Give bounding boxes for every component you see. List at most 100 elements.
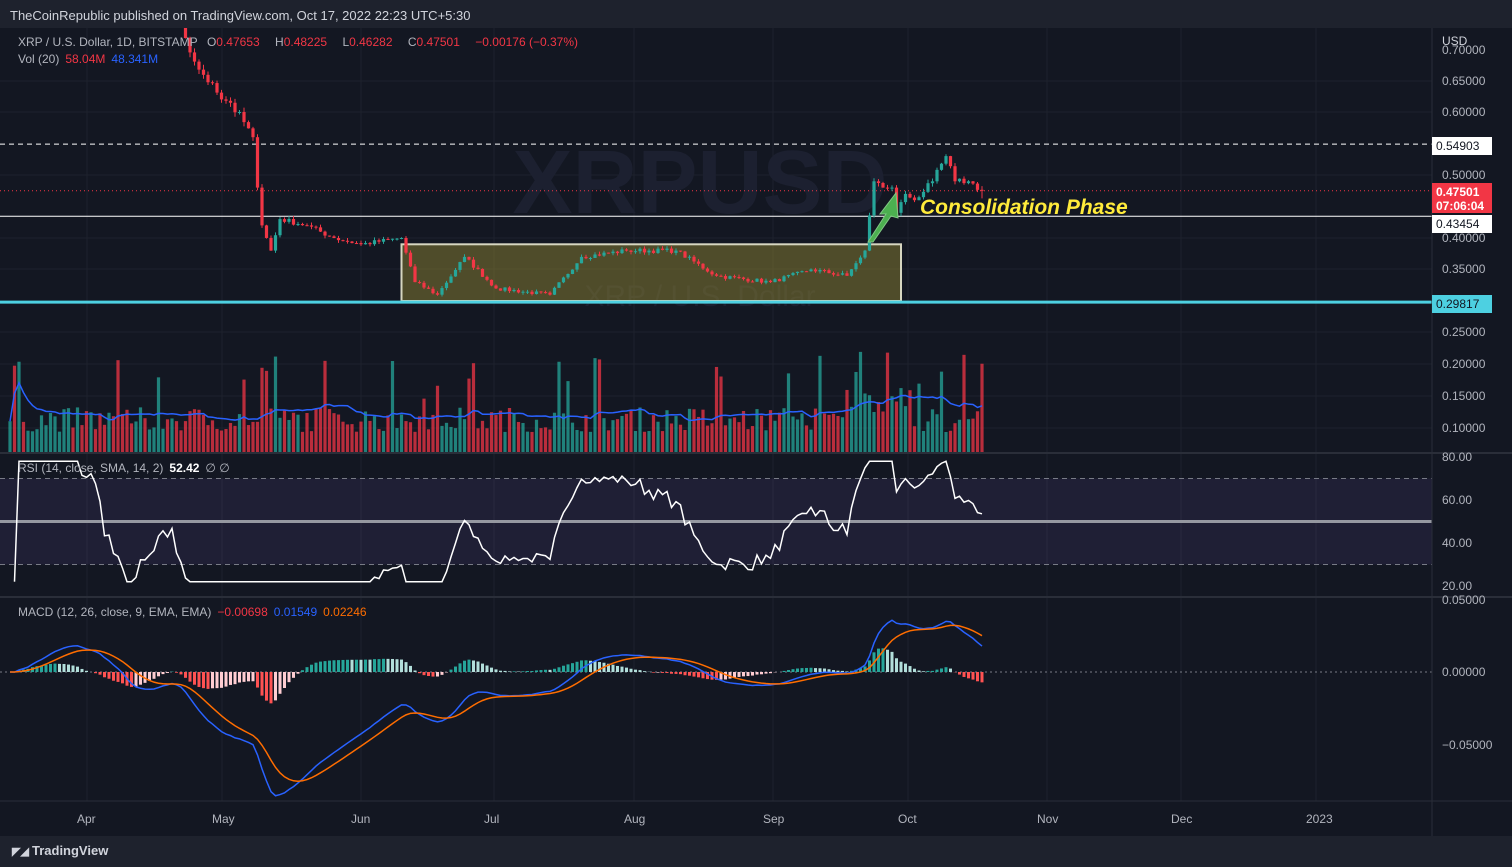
macd-histogram-bar [566,664,570,672]
volume-bar [372,416,377,452]
macd-histogram-bar [292,672,295,678]
macd-histogram-bar [328,660,331,672]
consolidation-box[interactable] [400,243,902,303]
footer [0,836,1512,867]
volume-bar [458,407,462,452]
annotation-text[interactable]: Consolidation Phase [920,196,1128,220]
volume-bar [800,413,804,452]
macd-histogram-bar [301,670,304,672]
volume-bar [134,421,138,452]
volume-bar [57,431,62,452]
candle-body [669,248,674,253]
macd-histogram-bar [166,672,169,673]
candle-body [791,273,795,275]
volume-bar [836,415,840,452]
candle-body [341,240,345,242]
candle-body [854,263,858,270]
volume-bar [300,431,305,452]
macd-histogram-bar [814,668,817,672]
volume-bar [678,424,683,452]
macd-histogram-bar [485,665,489,672]
time-tick: 2023 [1306,812,1333,826]
price-tick: 0.20000 [1442,357,1486,371]
last-price-tag: 0.47501 07:06:04 [1432,183,1492,213]
candle-body [908,193,912,198]
volume-bar [224,429,228,452]
macd-histogram-bar [67,664,70,672]
macd-histogram-bar [62,664,66,672]
volume-bar [462,419,467,452]
volume-bar [849,406,854,452]
volume-bar [449,426,453,452]
candle-body [620,249,624,254]
symbol-label[interactable]: XRP / U.S. Dollar, 1D, BITSTAMP [18,35,198,49]
volume-bar [440,425,444,452]
macd-histogram-bar [116,672,120,682]
macd-histogram-bar [373,659,376,672]
macd-histogram-bar [634,669,637,672]
macd-histogram-bar [620,666,624,672]
high-value: 0.48225 [283,35,328,49]
chart-canvas[interactable]: XRPUSD XRP / U.S. Dollar [0,28,1512,836]
candle-body [201,69,206,75]
candle-body [741,277,746,279]
macd-histogram-bar [179,672,183,675]
volume-bar [156,377,161,452]
candle-body [215,83,219,93]
candle-body [404,238,408,253]
macd-histogram-bar [386,658,390,672]
candle-body [863,250,867,258]
rsi-tick: 60.00 [1442,493,1473,507]
volume-bar [804,425,809,452]
candle-body [818,270,822,272]
candle-body [552,287,557,295]
macd-histogram-bar [400,659,403,672]
candle-body [197,61,201,70]
candle-body [269,237,273,251]
macd-histogram-bar [395,659,399,672]
volume-bar [282,409,287,452]
volume-bar [35,429,39,452]
candle-body [624,249,629,251]
macd-histogram-bar [211,672,214,689]
macd-histogram-bar [337,660,340,672]
macd-histogram-bar [454,666,457,672]
candle-body [543,292,548,294]
macd-histogram-bar [971,672,975,680]
macd-histogram-bar [472,660,475,672]
volume-bar [152,427,156,452]
volume-bar [611,420,615,452]
macd-histogram-bar [247,672,250,682]
volume-bar [314,408,318,452]
candle-body [629,250,633,252]
volume-bar [170,418,174,452]
candle-body [417,282,422,284]
macd-histogram-bar [404,662,408,672]
time-tick: Jul [484,812,500,826]
candle-body [300,224,305,226]
time-tick: Dec [1171,812,1193,826]
candle-body [912,197,917,201]
macd-histogram-bar [890,651,894,672]
candle-body [467,256,471,260]
candle-body [660,248,665,250]
volume-bar [197,409,201,452]
candle-body [359,243,363,245]
candle-body [332,236,336,238]
volume-legend: Vol (20) 58.04M 48.341M [18,52,159,66]
volume-bar [570,422,575,452]
candle-body [318,227,323,232]
macd-line [9,619,983,797]
candle-body [242,112,246,123]
volume-bar [530,431,534,452]
macd-histogram-bar [157,672,160,677]
macd-histogram-bar [922,671,925,672]
volume-bar [62,409,66,452]
volume-bar [381,430,386,452]
candle-body [471,259,476,268]
volume-bar [539,428,543,452]
volume-bar [903,406,908,452]
volume-bar [390,361,395,452]
tradingview-logo[interactable]: ◤◢ TradingView [12,843,108,858]
volume-bar [966,419,971,452]
